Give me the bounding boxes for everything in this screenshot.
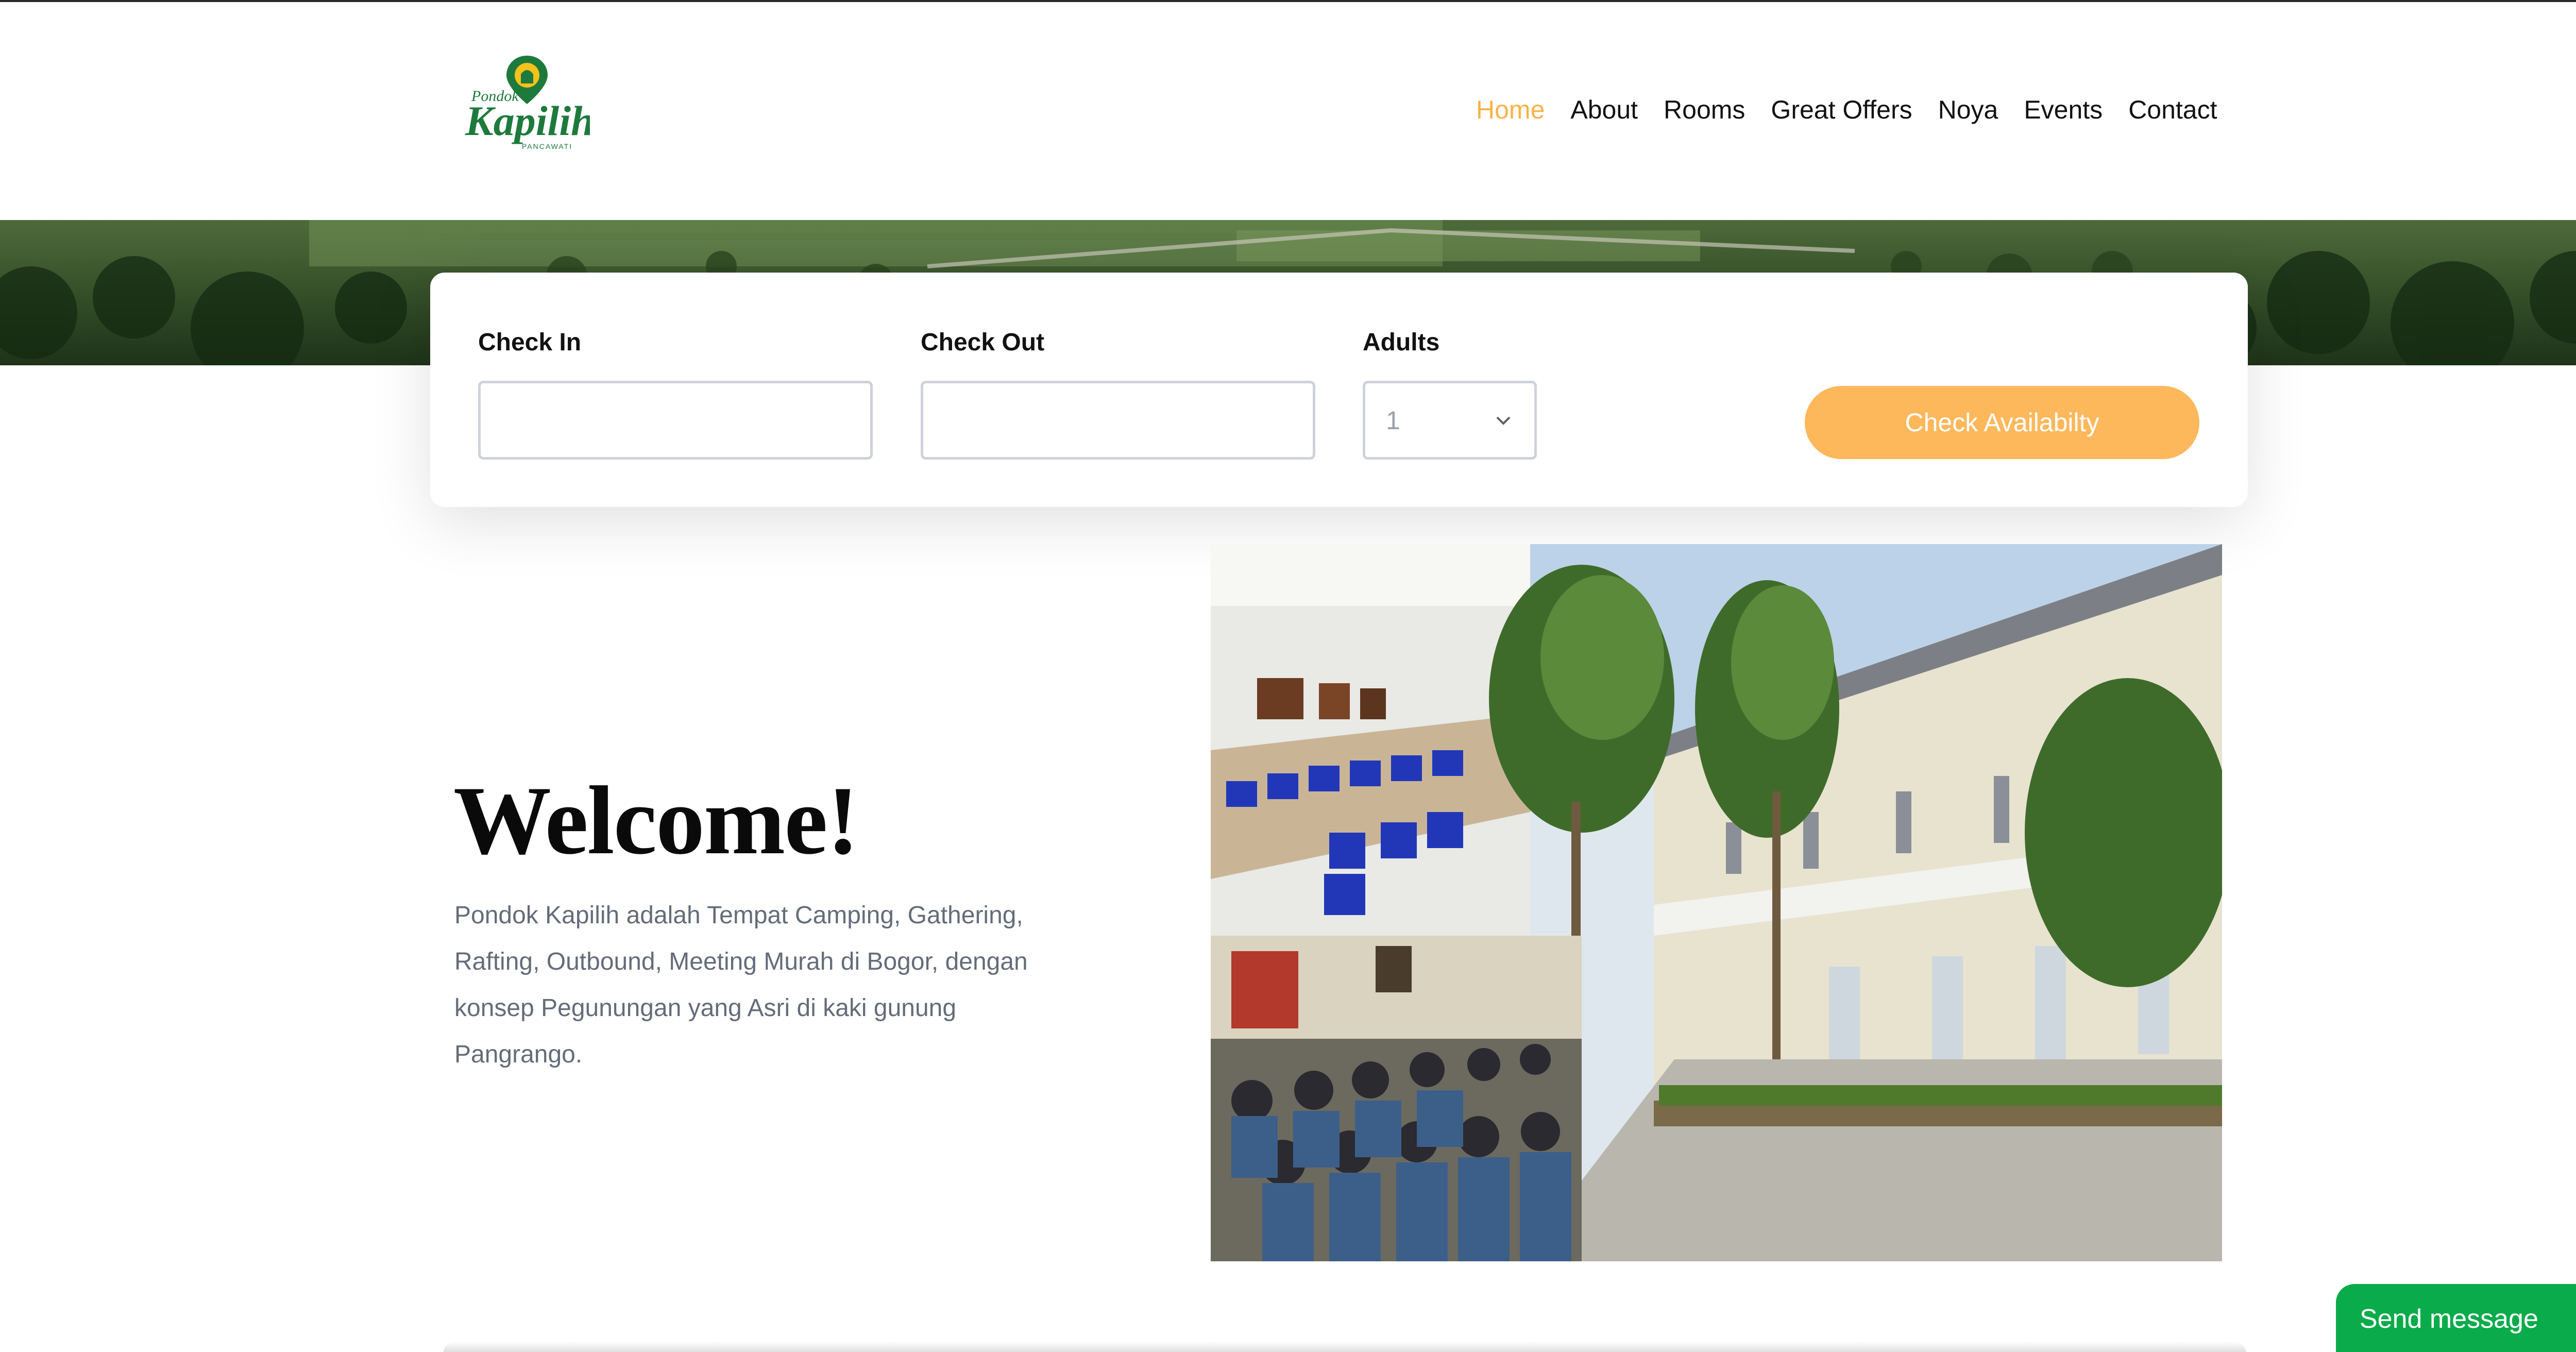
- chevron-down-icon: [1496, 416, 1511, 425]
- nav-rooms[interactable]: Rooms: [1664, 95, 1745, 125]
- nav-contact[interactable]: Contact: [2128, 95, 2217, 125]
- welcome-heading: Welcome!: [453, 767, 859, 875]
- page: Pondok Kapilih PANCAWATI Home About Room…: [0, 0, 2576, 1352]
- check-availability-button[interactable]: Check Availabilty: [1805, 386, 2199, 459]
- venue-photo-collage: [1211, 544, 2222, 1261]
- site-header: Pondok Kapilih PANCAWATI Home About Room…: [0, 2, 2576, 218]
- nav-home[interactable]: Home: [1476, 95, 1545, 125]
- welcome-description: Pondok Kapilih adalah Tempat Camping, Ga…: [454, 902, 1028, 1068]
- check-in-input[interactable]: [478, 381, 873, 460]
- adults-select[interactable]: 1: [1363, 381, 1537, 460]
- send-message-button[interactable]: Send message: [2336, 1284, 2576, 1352]
- nav-great-offers[interactable]: Great Offers: [1771, 95, 1912, 125]
- adults-select-value: 1: [1386, 405, 1400, 435]
- svg-text:Kapilih: Kapilih: [465, 97, 590, 144]
- adults-label: Adults: [1363, 329, 1440, 356]
- check-out-label: Check Out: [921, 329, 1045, 356]
- section-divider: [443, 1342, 2246, 1352]
- nav-events[interactable]: Events: [2024, 95, 2103, 125]
- main-nav: Home About Rooms Great Offers Noya Event…: [1476, 95, 2217, 125]
- check-out-input[interactable]: [921, 381, 1315, 460]
- logo-graphic: Pondok Kapilih PANCAWATI: [465, 56, 595, 150]
- nav-noya[interactable]: Noya: [1938, 95, 1998, 125]
- check-in-label: Check In: [478, 329, 582, 356]
- booking-form: Check In Check Out Adults 1 Check Availa…: [430, 273, 2248, 507]
- nav-about[interactable]: About: [1570, 95, 1638, 125]
- site-logo[interactable]: Pondok Kapilih PANCAWATI: [461, 54, 595, 157]
- svg-text:PANCAWATI: PANCAWATI: [522, 142, 572, 150]
